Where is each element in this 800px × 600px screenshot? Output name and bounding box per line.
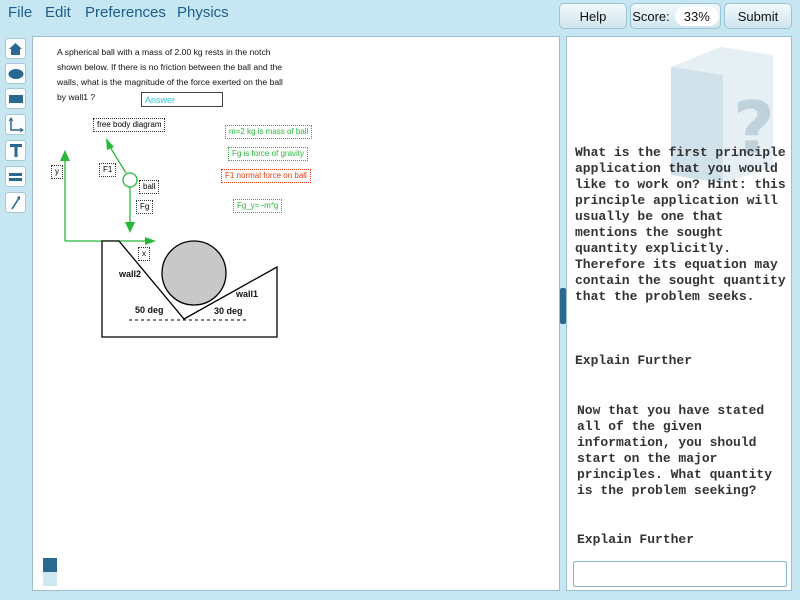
axes-icon	[8, 116, 24, 132]
angle-left-label: 50 deg	[135, 305, 164, 315]
gravity-label[interactable]: Fg is force of gravity	[228, 147, 309, 161]
help-button[interactable]: Help	[559, 3, 627, 29]
fg-label[interactable]: Fg	[136, 200, 154, 214]
color-swatch-dark[interactable]	[43, 558, 57, 572]
rectangle-icon	[8, 94, 23, 103]
ellipse-tool[interactable]	[5, 63, 26, 84]
home-icon	[9, 42, 22, 55]
equation-tool[interactable]	[5, 166, 26, 187]
y-axis-arrow	[60, 150, 70, 161]
fg-arrowhead	[125, 222, 135, 233]
hint-text-1: What is the first principle application …	[575, 145, 786, 304]
ball-shape	[161, 240, 227, 306]
axes-tool[interactable]	[5, 114, 26, 135]
text-tool[interactable]	[5, 140, 26, 161]
menu-preferences[interactable]: Preferences	[85, 4, 166, 21]
normal-force-label[interactable]: F1 normal force on ball	[221, 169, 311, 183]
free-body-diagram-label[interactable]: free body diagram	[93, 118, 166, 132]
ball-point	[122, 172, 138, 188]
score-value: 33%	[674, 6, 719, 26]
drawing-canvas[interactable]: A spherical ball with a mass of 2.00 kg …	[32, 36, 560, 591]
hint-input-field[interactable]	[573, 561, 787, 587]
color-swatch-light[interactable]	[43, 572, 57, 586]
x-axis-label[interactable]: x	[138, 247, 150, 261]
mass-label[interactable]: m=2 kg is mass of ball	[225, 125, 313, 139]
menu-edit[interactable]: Edit	[45, 4, 71, 21]
equation-icon	[9, 172, 22, 181]
explain-further-link-1[interactable]: Explain Further	[575, 353, 692, 368]
ball-label[interactable]: ball	[139, 180, 160, 194]
rectangle-tool[interactable]	[5, 88, 26, 109]
ellipse-icon	[8, 68, 23, 79]
wall2-label: wall2	[119, 269, 142, 279]
score-display: Score: 33%	[630, 3, 721, 29]
explain-further-link-2[interactable]: Explain Further	[577, 532, 694, 547]
vector-tool[interactable]	[5, 192, 26, 213]
y-axis-label[interactable]: y	[51, 165, 63, 179]
f1-label[interactable]: F1	[99, 163, 117, 177]
home-tool[interactable]	[5, 38, 26, 59]
vector-icon	[10, 195, 20, 209]
hint-panel: ? What is the first principle applicatio…	[566, 36, 792, 591]
wall1-label: wall1	[236, 289, 259, 299]
submit-button[interactable]: Submit	[724, 3, 792, 29]
equation-label[interactable]: Fg_y=−m*g	[233, 199, 283, 213]
score-label: Score:	[632, 8, 670, 24]
angle-right-label: 30 deg	[214, 306, 243, 316]
menu-physics[interactable]: Physics	[177, 4, 229, 21]
menu-file[interactable]: File	[8, 4, 32, 21]
x-axis-arrow	[145, 237, 156, 245]
hint-text-2: Now that you have stated all of the give…	[577, 403, 773, 498]
text-icon	[9, 144, 22, 157]
f1-arrowhead	[106, 138, 114, 150]
